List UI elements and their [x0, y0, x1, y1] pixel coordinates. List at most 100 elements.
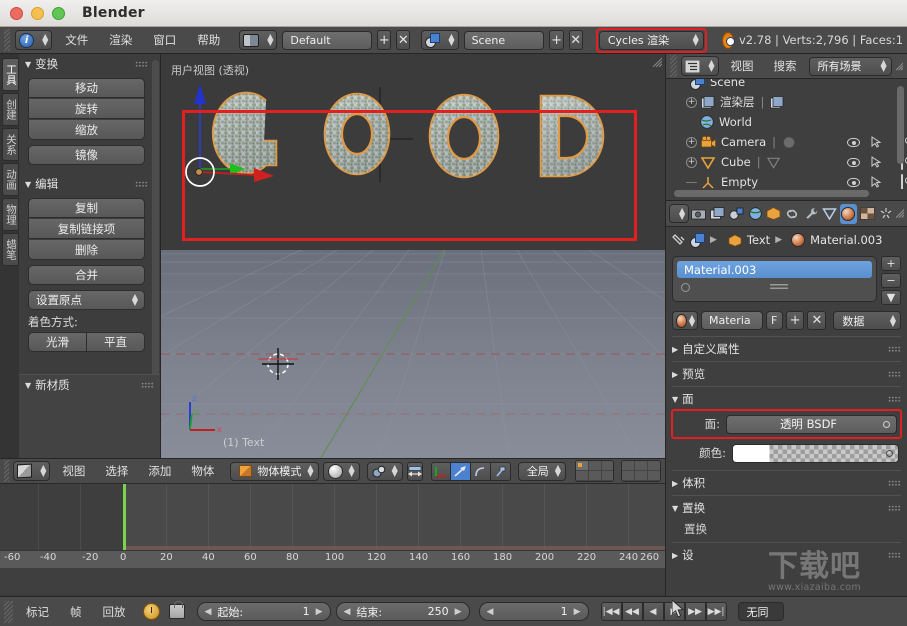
timeline-menu-marker[interactable]: 标记	[18, 601, 57, 623]
material-name-field[interactable]: Materia	[701, 311, 763, 330]
unlink-material-button[interactable]: ✕	[807, 311, 826, 330]
view3d-menu-view[interactable]: 视图	[54, 460, 93, 482]
panel-header-surface[interactable]: ▼ 面	[666, 389, 907, 409]
properties-tab-constraints[interactable]	[784, 204, 802, 224]
outliner-row-camera[interactable]: + Camera |	[666, 132, 907, 152]
layer-cell[interactable]	[648, 461, 661, 471]
scale-button[interactable]: 缩放	[28, 120, 145, 140]
add-scene-button[interactable]: +	[549, 30, 563, 50]
renderability-toggle-icon[interactable]	[901, 175, 903, 189]
layer-cell[interactable]	[602, 471, 615, 481]
layer-cell[interactable]	[622, 471, 635, 481]
outliner-row-world[interactable]: World	[666, 112, 907, 132]
panel-header-edit[interactable]: ▼ 编辑	[19, 174, 154, 194]
menu-render[interactable]: 渲染	[101, 29, 140, 51]
material-slot-item[interactable]: Material.003	[677, 261, 872, 278]
menu-file[interactable]: 文件	[57, 29, 96, 51]
set-origin-dropdown[interactable]: 设置原点 ▲▼	[28, 290, 145, 310]
viewport-corner-grip[interactable]	[653, 58, 662, 67]
visibility-toggle-icon[interactable]	[847, 158, 860, 167]
scene-layers-bottom[interactable]	[621, 460, 661, 482]
outliner-row-empty[interactable]: Empty	[666, 172, 907, 189]
join-button[interactable]: 合并	[28, 265, 145, 285]
chevron-left-icon[interactable]: ◀	[344, 607, 351, 617]
panel-header-transform[interactable]: ▼ 变换	[19, 54, 154, 74]
expand-icon[interactable]: +	[686, 97, 697, 108]
tab-animation[interactable]: 动画	[2, 163, 19, 196]
chevron-right-icon[interactable]: ▶	[574, 607, 581, 617]
properties-tab-modifiers[interactable]	[802, 204, 820, 224]
outliner-vertical-scrollbar[interactable]	[897, 86, 904, 164]
panel-header-displacement[interactable]: ▼ 置换	[666, 498, 907, 518]
pivot-point-dropdown[interactable]: ▲▼	[367, 462, 403, 481]
properties-tab-render-layers[interactable]	[709, 204, 727, 224]
auto-keyframe-icon[interactable]	[143, 603, 160, 620]
material-type-dropdown[interactable]: 数据 ▲▼	[833, 311, 901, 330]
layer-cell[interactable]	[622, 461, 635, 471]
panel-header-settings[interactable]: ▶ 设	[666, 545, 907, 565]
material-browse-dropdown[interactable]: ▲▼	[672, 311, 698, 330]
view3d-menu-object[interactable]: 物体	[183, 460, 222, 482]
manipulator-axis-button[interactable]	[491, 462, 511, 481]
properties-tab-data[interactable]	[821, 204, 839, 224]
next-keyframe-button[interactable]: ▶▶	[685, 602, 706, 621]
timeline-menu-frame[interactable]: 帧	[62, 601, 90, 623]
tool-shelf-scrollbar[interactable]	[152, 60, 159, 380]
expand-icon[interactable]: +	[686, 137, 697, 148]
view3d-menu-add[interactable]: 添加	[140, 460, 179, 482]
scene-layers-top[interactable]	[575, 460, 615, 482]
editor-type-selector[interactable]: i ▲▼	[15, 30, 52, 50]
mirror-button[interactable]: 镜像	[28, 145, 145, 165]
tab-grease-pencil[interactable]: 蜡笔	[2, 233, 19, 266]
maximize-window-button[interactable]	[52, 7, 65, 20]
end-frame-field[interactable]: ◀ 结束: 250 ▶	[336, 602, 470, 621]
tab-tools[interactable]: 工具	[2, 58, 19, 91]
panel-header-new-material[interactable]: ▼ 新材质	[19, 375, 160, 395]
chevron-right-icon[interactable]: ▶	[316, 607, 323, 617]
duplicate-linked-button[interactable]: 复制链接项	[28, 219, 145, 239]
delete-button[interactable]: 删除	[28, 240, 145, 260]
remove-material-slot-button[interactable]: −	[881, 273, 901, 288]
material-slot-list[interactable]: Material.003	[672, 256, 877, 302]
layer-cell[interactable]	[635, 461, 648, 471]
duplicate-button[interactable]: 复制	[28, 198, 145, 218]
play-reverse-button[interactable]: ◀	[643, 602, 664, 621]
surface-color-swatch[interactable]	[732, 444, 899, 463]
layer-cell[interactable]	[589, 471, 602, 481]
properties-tab-world[interactable]	[746, 204, 764, 224]
view3d-menu-select[interactable]: 选择	[97, 460, 136, 482]
snap-during-transform-toggle[interactable]	[407, 462, 423, 481]
timeline-editor[interactable]: -60 -40 -20 0 20 40 60 80 100 120 140 16…	[0, 484, 665, 594]
material-specials-button[interactable]: ▼	[881, 290, 901, 305]
shade-smooth-button[interactable]: 光滑	[28, 332, 87, 352]
shade-flat-button[interactable]: 平直	[87, 332, 145, 352]
tab-physics[interactable]: 物理	[2, 198, 19, 231]
close-window-button[interactable]	[10, 7, 23, 20]
properties-tab-material[interactable]	[840, 204, 858, 224]
interaction-mode-dropdown[interactable]: 物体模式 ▲▼	[230, 462, 318, 481]
menu-help[interactable]: 帮助	[189, 29, 228, 51]
selectability-toggle-icon[interactable]	[871, 176, 881, 188]
outliner-display-mode-dropdown[interactable]: 所有场景 ▲▼	[809, 57, 892, 76]
chevron-right-icon[interactable]: ▶	[455, 607, 462, 617]
outliner-row-render-layers[interactable]: + 渲染层 |	[666, 92, 907, 112]
editor-type-selector-outliner[interactable]: ▲▼	[681, 56, 718, 76]
breadcrumb-material[interactable]: Material.003	[810, 233, 882, 247]
render-engine-dropdown[interactable]: Cycles 渲染 ▲▼	[599, 31, 704, 50]
jump-to-end-button[interactable]: ▶▶|	[706, 602, 727, 621]
text-object-good[interactable]	[161, 54, 665, 458]
chevron-left-icon[interactable]: ◀	[205, 607, 212, 617]
surface-shader-dropdown[interactable]: 透明 BSDF	[726, 415, 897, 434]
properties-tab-texture[interactable]	[858, 204, 876, 224]
start-frame-field[interactable]: ◀ 起始: 1 ▶	[197, 602, 331, 621]
scene-name-field[interactable]: Scene	[464, 31, 545, 50]
timeline-ruler[interactable]: -60 -40 -20 0 20 40 60 80 100 120 140 16…	[0, 550, 665, 568]
properties-corner-grip[interactable]	[896, 209, 904, 218]
sync-mode-dropdown[interactable]: 无同	[738, 602, 784, 621]
timeline-playhead[interactable]	[123, 484, 126, 550]
layer-cell[interactable]	[648, 471, 661, 481]
previous-keyframe-button[interactable]: ◀◀	[622, 602, 643, 621]
timeline-menu-playback[interactable]: 回放	[95, 601, 134, 623]
outliner-row-cube[interactable]: + Cube |	[666, 152, 907, 172]
outliner-tree[interactable]: Scene + 渲染层 | World	[666, 79, 907, 189]
